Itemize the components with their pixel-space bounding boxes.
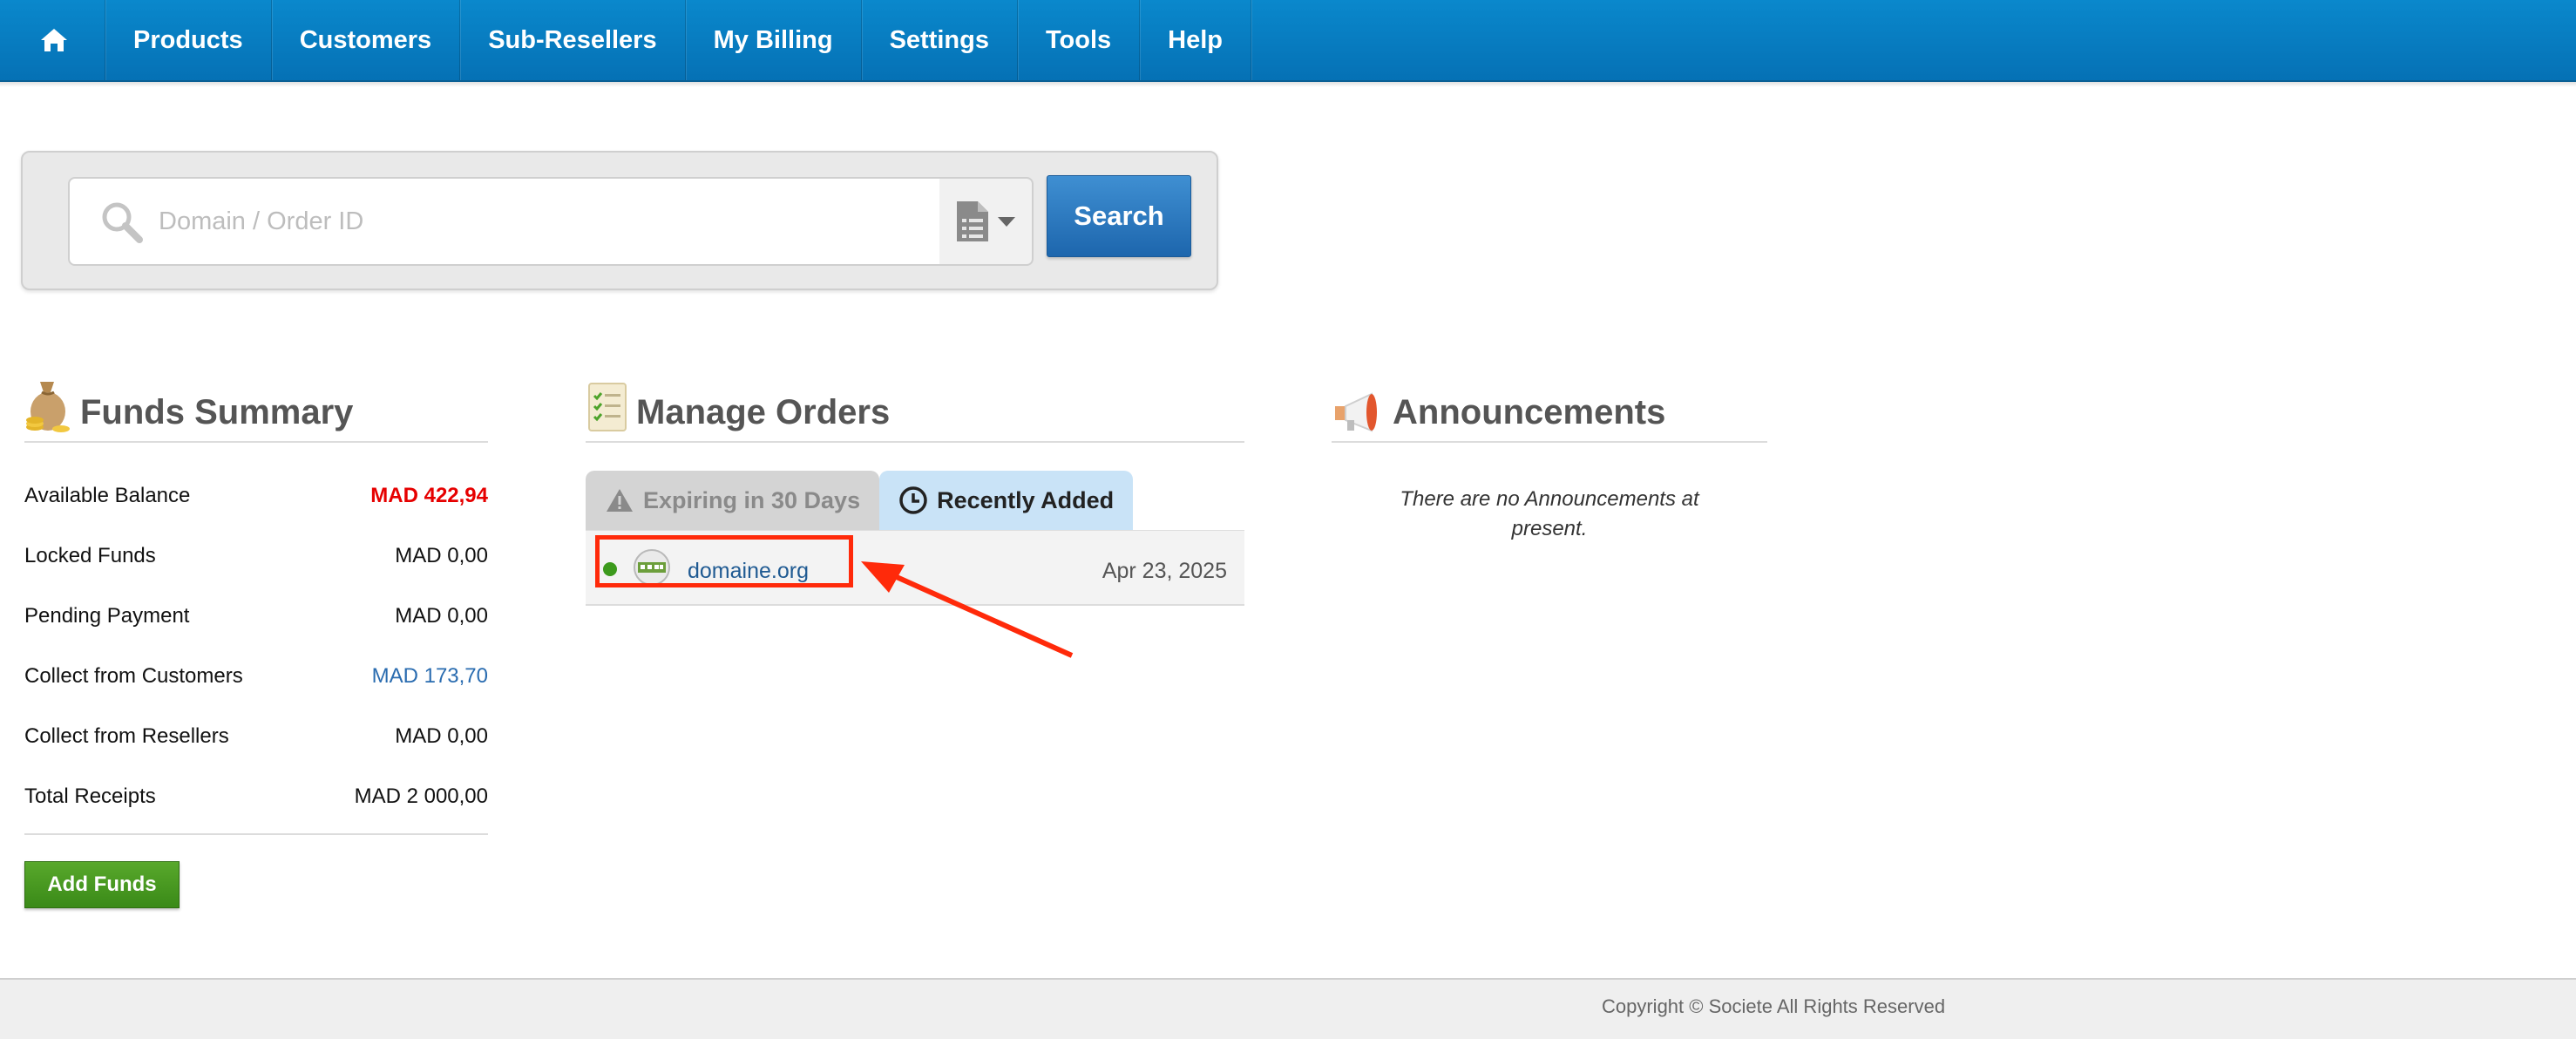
nav-tools-label: Tools	[1045, 25, 1112, 54]
funds-row-label: Collect from Customers	[24, 663, 243, 688]
funds-row-value: MAD 422,94	[370, 483, 488, 507]
nav-products[interactable]: Products	[105, 0, 272, 80]
manage-orders-header: Manage Orders	[586, 373, 1244, 443]
funds-row-total-receipts: Total Receipts MAD 2 000,00	[24, 766, 488, 826]
search-button-label: Search	[1074, 200, 1164, 231]
funds-row-value: MAD 2 000,00	[354, 784, 488, 808]
nav-settings[interactable]: Settings	[862, 0, 1018, 80]
funds-row-label: Total Receipts	[24, 784, 156, 808]
tab-recently-added[interactable]: Recently Added	[879, 471, 1134, 530]
funds-rows: Available Balance MAD 422,94 Locked Fund…	[24, 465, 488, 826]
search-box	[68, 177, 943, 266]
search-panel: Search	[21, 151, 1218, 290]
order-date: Apr 23, 2025	[1102, 559, 1227, 583]
footer-copyright: Copyright © Societe All Rights Reserved	[1602, 995, 1946, 1017]
nav-customers-label: Customers	[299, 25, 432, 54]
funds-summary-header: Funds Summary	[24, 373, 488, 443]
funds-row-collect-from-resellers: Collect from Resellers MAD 0,00	[24, 706, 488, 766]
funds-summary-section: Funds Summary Available Balance MAD 422,…	[24, 373, 488, 908]
funds-row-label: Locked Funds	[24, 543, 156, 567]
funds-row-collect-from-customers: Collect from Customers MAD 173,70	[24, 646, 488, 706]
manage-orders-title: Manage Orders	[636, 393, 891, 431]
warning-icon	[607, 489, 633, 512]
nav-settings-label: Settings	[889, 25, 989, 54]
funds-row-value: MAD 0,00	[395, 543, 488, 567]
search-icon	[102, 202, 143, 243]
funds-row-locked-funds: Locked Funds MAD 0,00	[24, 526, 488, 586]
tab-expiring-label: Expiring in 30 Days	[643, 486, 861, 513]
home-icon	[41, 29, 67, 51]
nav-my-billing-label: My Billing	[713, 25, 833, 54]
nav-tools[interactable]: Tools	[1018, 0, 1141, 80]
nav-sub-resellers-label: Sub-Resellers	[488, 25, 657, 54]
nav-my-billing[interactable]: My Billing	[686, 0, 862, 80]
search-button[interactable]: Search	[1047, 175, 1191, 257]
chevron-down-icon	[998, 217, 1015, 227]
nav-shadow	[0, 82, 2576, 87]
funds-summary-title: Funds Summary	[80, 393, 354, 431]
funds-divider	[24, 833, 488, 835]
announcements-title: Announcements	[1393, 393, 1666, 431]
funds-row-available-balance: Available Balance MAD 422,94	[24, 465, 488, 526]
funds-row-value: MAD 0,00	[395, 723, 488, 748]
nav-help-label: Help	[1168, 25, 1223, 54]
money-bag-icon	[26, 382, 70, 432]
annotation-highlight-box	[595, 535, 853, 587]
orders-checklist-icon	[588, 383, 627, 431]
nav-sub-resellers[interactable]: Sub-Resellers	[460, 0, 686, 80]
tab-recently-added-label: Recently Added	[937, 486, 1115, 513]
tab-expiring-30-days[interactable]: Expiring in 30 Days	[586, 471, 880, 530]
nav-customers[interactable]: Customers	[272, 0, 461, 80]
funds-row-value: MAD 0,00	[395, 603, 488, 628]
funds-row-pending-payment: Pending Payment MAD 0,00	[24, 586, 488, 646]
announcements-empty-text: There are no Announcements at present.	[1400, 487, 1699, 540]
megaphone-icon	[1335, 392, 1377, 432]
announcements-header: Announcements	[1332, 373, 1767, 443]
search-type-dropdown[interactable]	[939, 177, 1034, 266]
add-funds-label: Add Funds	[47, 873, 157, 896]
funds-row-label: Pending Payment	[24, 603, 190, 628]
orders-tabs: Expiring in 30 Days Recently Added	[586, 471, 1244, 530]
top-navigation: Products Customers Sub-Resellers My Bill…	[0, 0, 2576, 82]
funds-row-label: Collect from Resellers	[24, 723, 229, 748]
document-list-icon	[957, 201, 988, 241]
nav-help[interactable]: Help	[1140, 0, 1251, 80]
funds-row-label: Available Balance	[24, 483, 191, 507]
add-funds-button[interactable]: Add Funds	[24, 861, 180, 908]
annotation-arrow-icon	[861, 561, 1074, 658]
announcements-section: Announcements There are no Announcements…	[1332, 373, 1767, 544]
nav-products-label: Products	[133, 25, 243, 54]
funds-row-value-link[interactable]: MAD 173,70	[372, 664, 488, 689]
nav-home[interactable]	[0, 0, 105, 80]
clock-icon	[899, 486, 927, 514]
search-input[interactable]	[157, 196, 910, 247]
footer: Copyright © Societe All Rights Reserved	[0, 978, 2576, 1039]
